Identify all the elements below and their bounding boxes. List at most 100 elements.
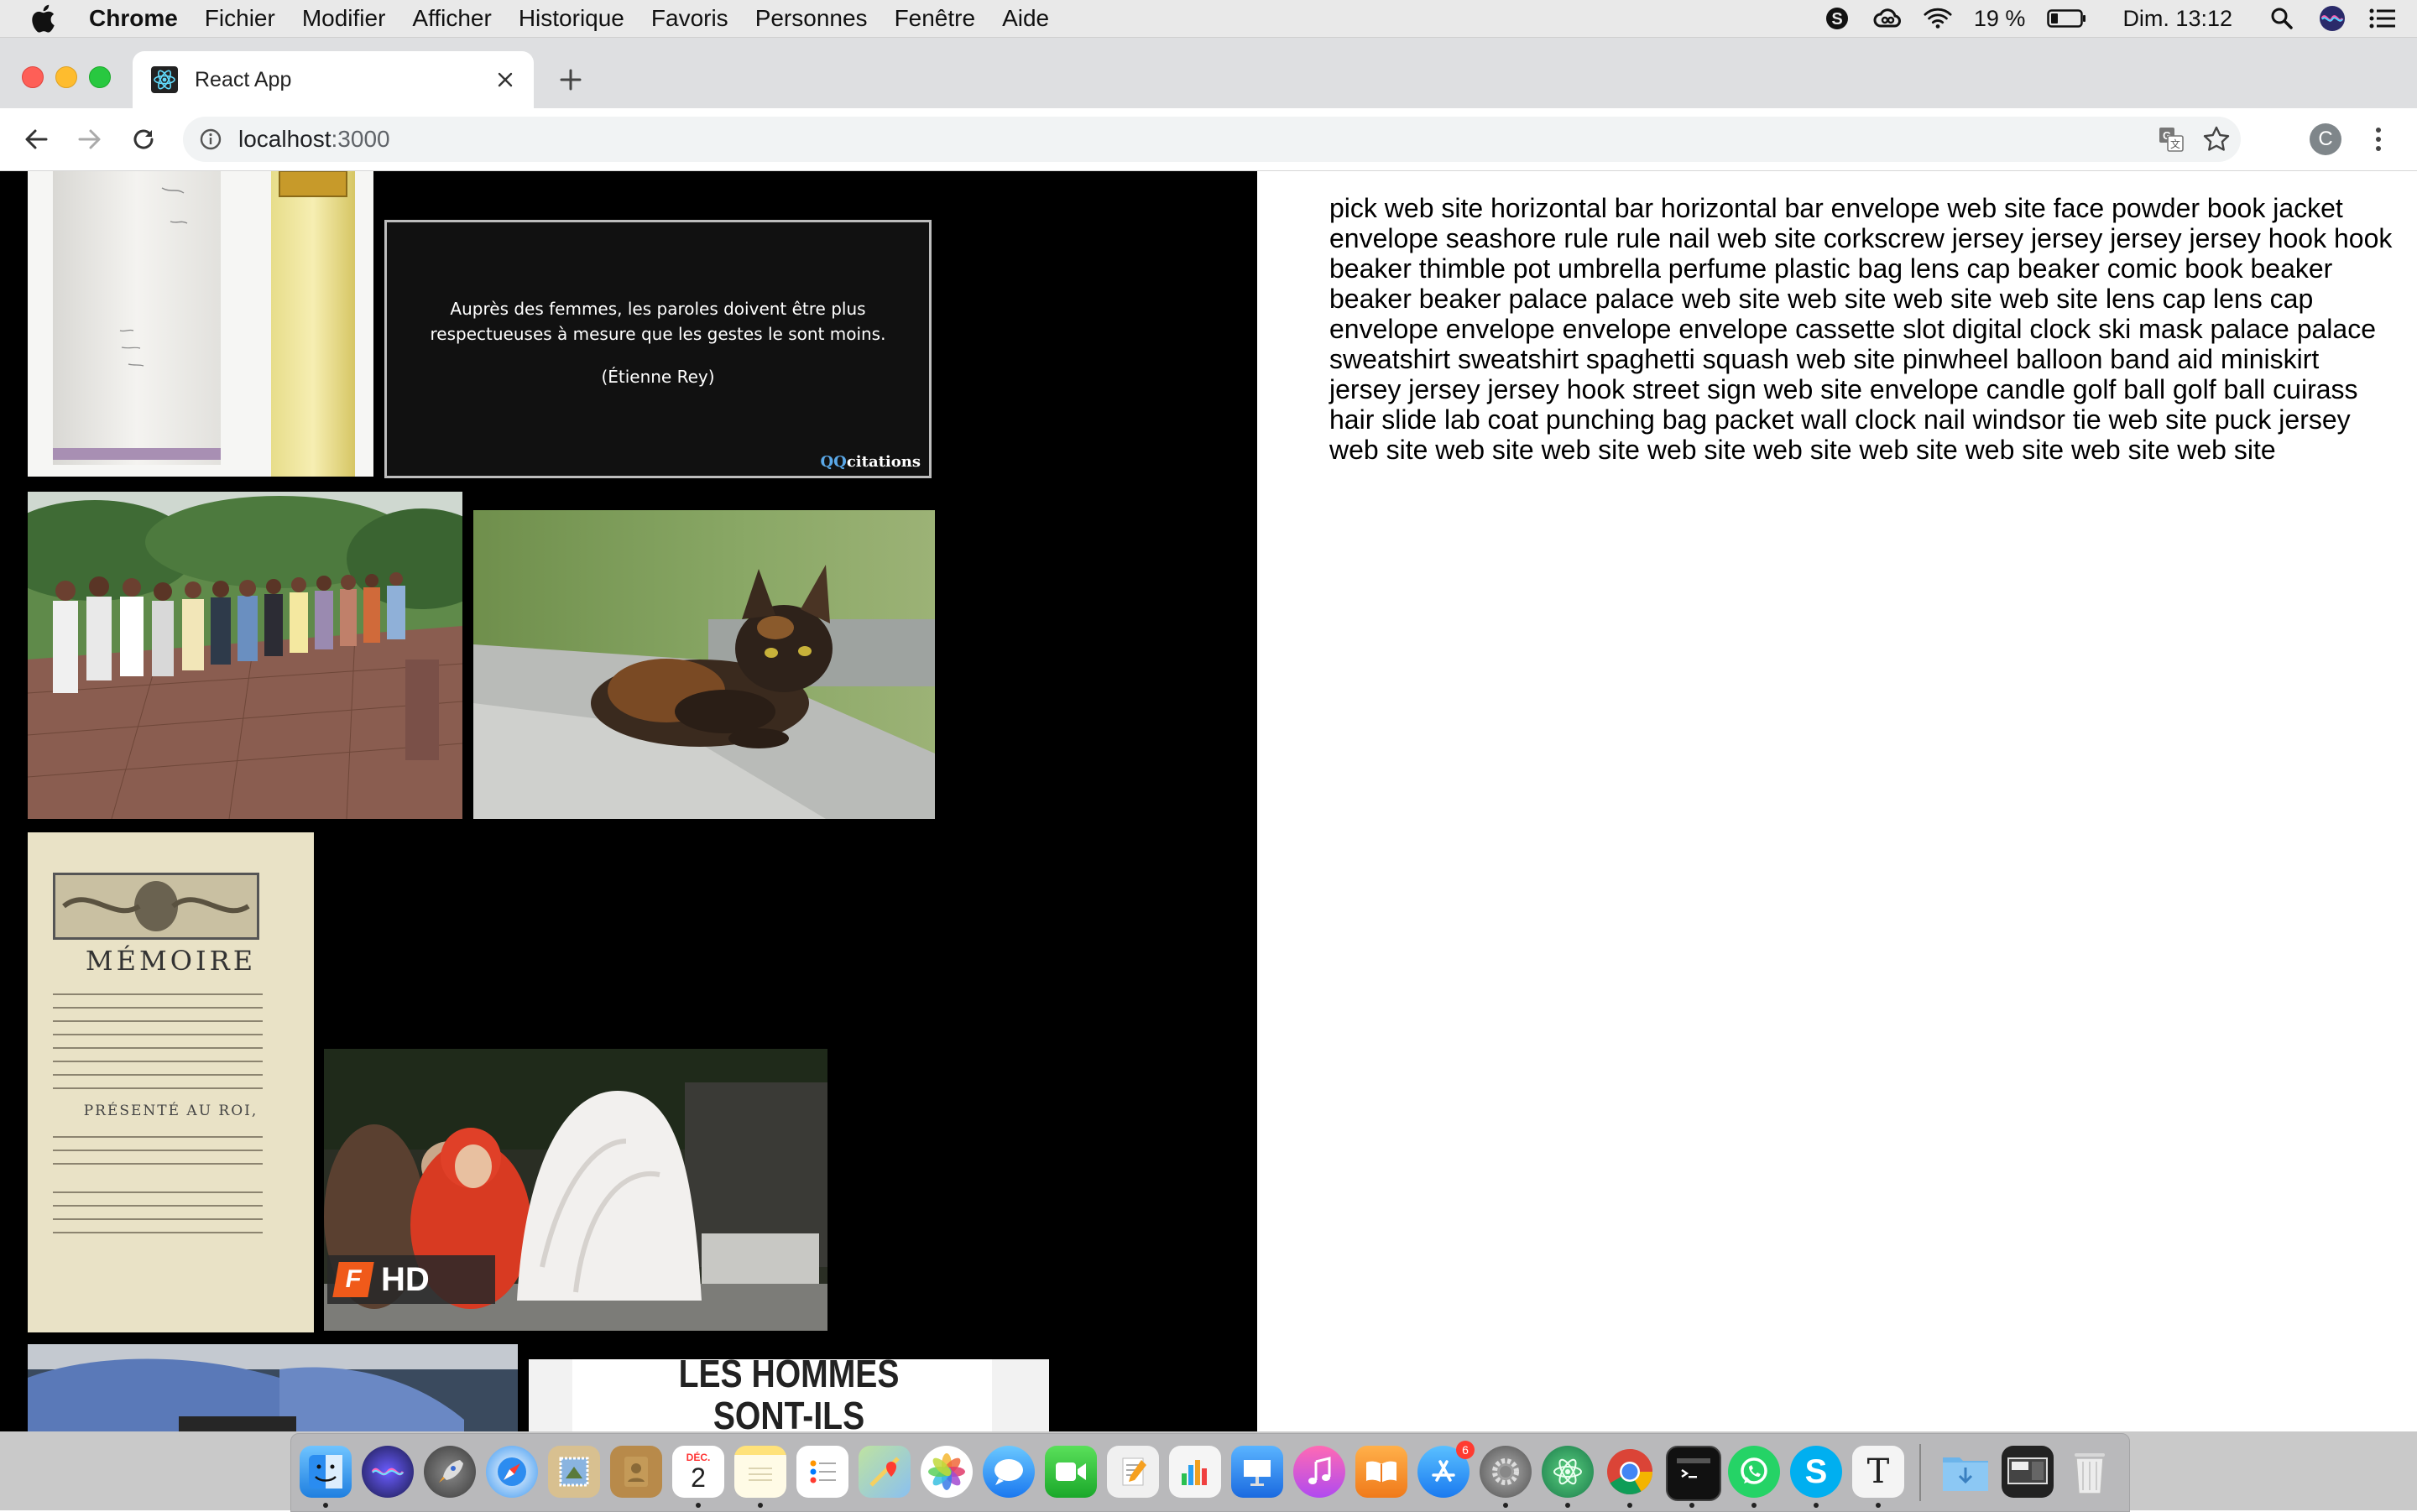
spotlight-search-icon[interactable]	[2268, 4, 2296, 33]
downloads-folder-icon[interactable]	[1939, 1446, 1992, 1498]
finder-running-dot	[323, 1503, 328, 1508]
skype-running-dot	[1814, 1503, 1819, 1508]
screenshot-stack-icon[interactable]	[2002, 1446, 2054, 1498]
system-preferences-running-dot	[1503, 1503, 1508, 1508]
forward-arrow-icon[interactable]	[74, 123, 106, 155]
back-arrow-icon[interactable]	[20, 123, 52, 155]
address-bar[interactable]: localhost:3000 G文	[183, 117, 2241, 162]
quote-author: (Étienne Rey)	[601, 367, 715, 387]
browser-tab-active[interactable]: React App	[133, 51, 534, 108]
video-hd-badge: F HD	[327, 1255, 495, 1304]
numbers-chart-icon[interactable]	[1169, 1446, 1221, 1498]
memoire-title: MÉMOIRE	[85, 945, 257, 977]
app-store-update-badge: 6	[1456, 1441, 1475, 1459]
menu-favoris[interactable]: Favoris	[651, 5, 728, 32]
memoire-presented-heading: PRÉSENTÉ AU ROI,	[83, 1103, 258, 1119]
contacts-book-icon[interactable]	[610, 1446, 662, 1498]
facetime-icon[interactable]	[1045, 1446, 1097, 1498]
notes-running-dot	[758, 1503, 763, 1508]
maps-icon[interactable]	[859, 1446, 911, 1498]
menu-afficher[interactable]: Afficher	[412, 5, 491, 32]
app-store-icon[interactable]: 6	[1417, 1441, 1475, 1498]
macos-dock: DÉC. 2 6 S T	[290, 1433, 2130, 1512]
reload-icon[interactable]	[128, 123, 159, 155]
poster-title-text: LES HOMMES SONT-ILS	[568, 1359, 1010, 1431]
chrome-dock-icon[interactable]	[1604, 1446, 1656, 1498]
browser-tab-strip: React App	[0, 38, 2417, 108]
mail-stamp-icon[interactable]	[548, 1446, 600, 1498]
finder-icon[interactable]	[300, 1446, 352, 1498]
window-minimize-button[interactable]	[55, 66, 77, 88]
siri-icon[interactable]	[2318, 4, 2347, 33]
url-port: :3000	[331, 126, 390, 152]
person-desk-photo	[28, 1344, 518, 1431]
atom-editor-icon[interactable]	[1542, 1446, 1594, 1498]
book-cover-poster: LES HOMMES SONT-ILS	[529, 1359, 1049, 1431]
whatsapp-running-dot	[1751, 1503, 1757, 1508]
apple-logo-icon[interactable]	[30, 4, 62, 33]
pages-document-icon[interactable]	[1107, 1446, 1159, 1498]
menu-aide[interactable]: Aide	[1002, 5, 1049, 32]
tab-close-icon[interactable]	[492, 66, 519, 93]
dock-separator	[1919, 1444, 1921, 1501]
chrome-running-dot	[1627, 1503, 1632, 1508]
creative-cloud-icon[interactable]	[1873, 4, 1902, 33]
memoire-body-text	[53, 1185, 263, 1245]
atom-running-dot	[1565, 1503, 1570, 1508]
new-tab-plus-icon[interactable]	[554, 63, 587, 96]
menu-fichier[interactable]: Fichier	[205, 5, 275, 32]
window-fullscreen-button[interactable]	[89, 66, 111, 88]
whatsapp-icon[interactable]	[1728, 1446, 1780, 1498]
typora-letter: T	[1866, 1452, 1890, 1491]
keynote-podium-icon[interactable]	[1231, 1446, 1283, 1498]
reminders-icon[interactable]	[796, 1446, 848, 1498]
address-bar-url[interactable]: localhost:3000	[238, 126, 390, 153]
react-favicon-icon	[151, 66, 178, 93]
window-close-button[interactable]	[22, 66, 44, 88]
photos-icon[interactable]	[921, 1446, 973, 1498]
engraved-header-ornament	[53, 873, 259, 940]
tab-title: React App	[195, 67, 292, 91]
messages-bubble-icon[interactable]	[983, 1446, 1035, 1498]
battery-icon[interactable]	[2047, 4, 2087, 33]
skype-status-icon[interactable]: S	[1823, 4, 1851, 33]
movie-still-video-thumbnail: F HD	[324, 1049, 827, 1331]
trash-icon[interactable]	[2064, 1446, 2116, 1498]
translate-icon[interactable]: G文	[2159, 127, 2184, 152]
bookmark-star-icon[interactable]	[2202, 125, 2231, 154]
quote-card-image: Auprès des femmes, les paroles doivent ê…	[384, 220, 932, 478]
menu-personnes[interactable]: Personnes	[755, 5, 868, 32]
menu-bar-status-area: S 19 % Dim. 13:12	[1823, 0, 2397, 37]
memoire-subparagraph	[53, 1129, 263, 1176]
site-info-icon[interactable]	[198, 127, 223, 152]
svg-text:S: S	[1831, 10, 1842, 29]
books-open-book-icon[interactable]	[1355, 1446, 1407, 1498]
perfume-photo	[28, 171, 373, 477]
system-preferences-gear-icon[interactable]	[1480, 1446, 1532, 1498]
launchpad-rocket-icon[interactable]	[424, 1446, 476, 1498]
safari-compass-icon[interactable]	[486, 1446, 538, 1498]
menu-bar-clock[interactable]: Dim. 13:12	[2122, 6, 2232, 32]
page-viewport: Auprès des femmes, les paroles doivent ê…	[0, 171, 2417, 1431]
notes-icon[interactable]	[734, 1446, 786, 1498]
typora-text-icon[interactable]: T	[1852, 1446, 1904, 1498]
menu-modifier[interactable]: Modifier	[302, 5, 386, 32]
siri-dock-icon[interactable]	[362, 1446, 414, 1498]
skype-dock-icon[interactable]: S	[1790, 1446, 1842, 1498]
notification-center-icon[interactable]	[2368, 4, 2397, 33]
menu-app-name[interactable]: Chrome	[89, 5, 178, 32]
chrome-menu-icon[interactable]	[2368, 123, 2388, 155]
group-ceremony-photo	[28, 492, 462, 819]
calendar-icon[interactable]: DÉC. 2	[672, 1446, 724, 1498]
fandango-logo-icon: F	[332, 1262, 374, 1297]
menu-fenetre[interactable]: Fenêtre	[895, 5, 976, 32]
tortoiseshell-cat-photo	[473, 510, 935, 819]
quote-text: Auprès des femmes, les paroles doivent ê…	[430, 299, 886, 344]
calendar-running-dot	[696, 1503, 701, 1508]
music-note-icon[interactable]	[1293, 1446, 1345, 1498]
terminal-icon[interactable]	[1666, 1446, 1721, 1501]
menu-historique[interactable]: Historique	[519, 5, 624, 32]
calendar-month: DÉC.	[686, 1452, 711, 1463]
wifi-icon[interactable]	[1924, 4, 1952, 33]
profile-avatar[interactable]: C	[2310, 123, 2341, 155]
